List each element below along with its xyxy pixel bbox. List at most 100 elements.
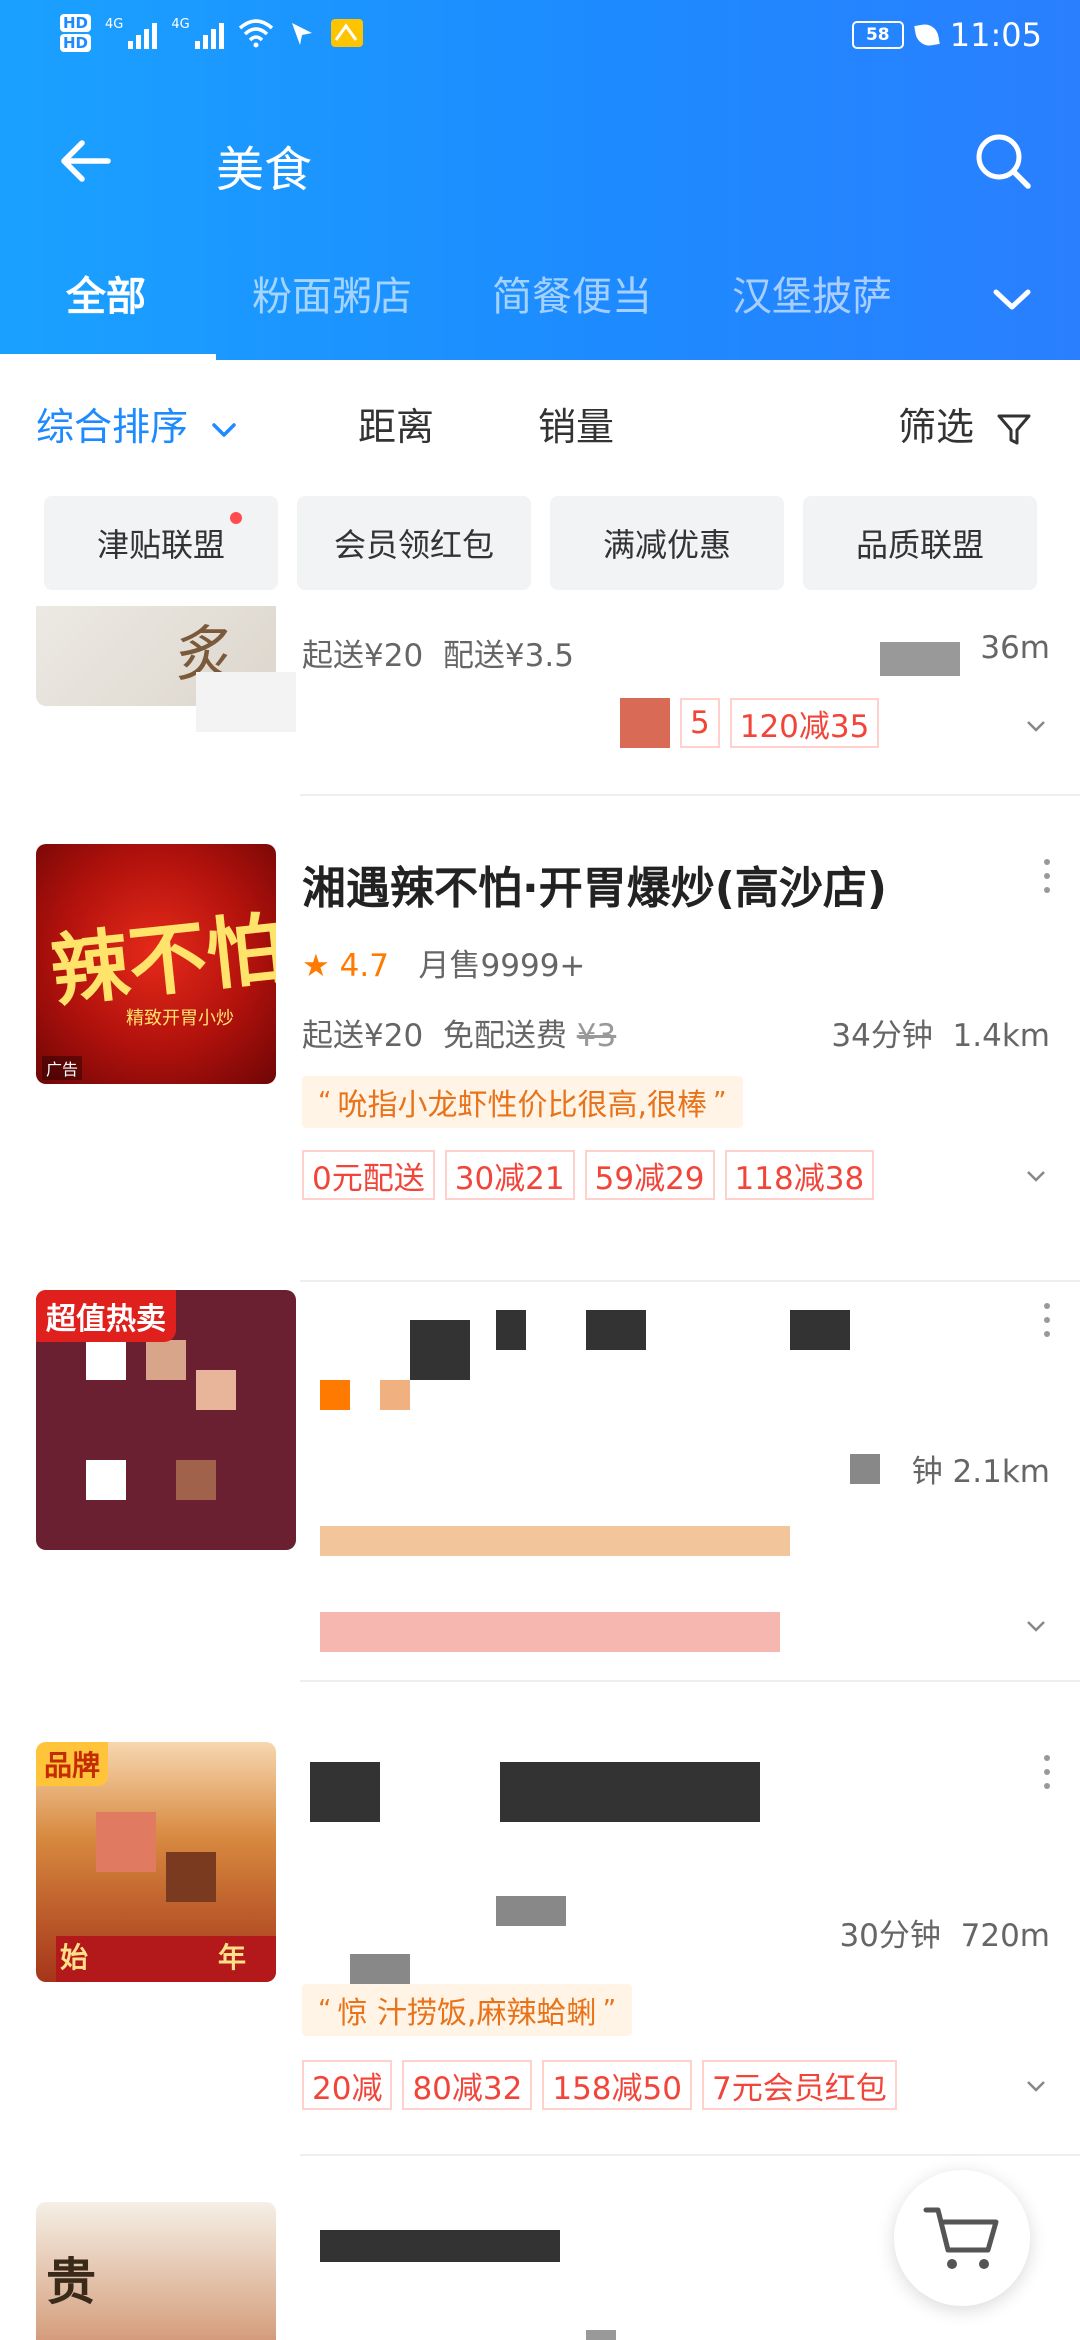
store-card[interactable]: 辣不怕 精致开胃小炒 广告 湘遇辣不怕·开胃爆炒(高沙店) ★ 4.7 月售99… <box>0 844 1080 1282</box>
pixelated-area <box>320 1380 350 1410</box>
store-rating: 4.7 <box>339 948 389 984</box>
quote-icon: ” <box>602 1995 617 2025</box>
star-icon: ★ <box>302 948 330 984</box>
divider <box>300 794 1080 796</box>
ad-label: 广告 <box>42 1056 83 1080</box>
store-thumbnail: 辣不怕 精致开胃小炒 广告 <box>36 844 276 1084</box>
original-fee: ¥3 <box>576 1018 617 1054</box>
more-options-icon[interactable] <box>1042 856 1052 896</box>
store-rating-row: ★ 4.7 月售9999+ <box>302 940 585 985</box>
hd-indicator: HD HD <box>60 14 92 52</box>
pixelated-area <box>850 1454 880 1484</box>
more-options-icon[interactable] <box>1042 1752 1052 1792</box>
review-quote: “ 吮指小龙虾性价比很高,很棒 ” <box>302 1076 743 1128</box>
divider <box>300 2154 1080 2156</box>
page-title: 美食 <box>216 142 313 198</box>
pixelated-area <box>500 1762 760 1822</box>
promo-tag: 0元配送 <box>302 1150 435 1200</box>
store-time-distance: 34分钟 1.4km <box>831 1018 1050 1054</box>
tab-fast-meals[interactable]: 简餐便当 <box>492 264 652 322</box>
app-header: HD HD 4G 4G 58 11:05 美食 全部 粉面粥店 简餐便当 汉堡披… <box>0 0 1080 360</box>
store-list[interactable]: 炙 起送¥20 配送¥3.5 36m 5 120减35 辣不怕 精致开胃小炒 广… <box>0 606 1080 2340</box>
thumb-text: 始 <box>60 1941 89 1974</box>
chevron-down-icon[interactable] <box>1022 1616 1050 1636</box>
status-bar: HD HD 4G 4G 58 11:05 <box>0 0 1080 78</box>
chevron-down-icon[interactable] <box>1022 1166 1050 1186</box>
store-promos: 0元配送 30减21 59减29 118减38 <box>302 1150 875 1200</box>
store-fees: 起送¥20 免配送费 ¥3 <box>302 1018 617 1054</box>
quick-filter-tags: 津贴联盟 会员领红包 满减优惠 品质联盟 <box>44 496 1044 590</box>
active-tab-indicator <box>0 354 216 360</box>
tag-discount[interactable]: 满减优惠 <box>550 496 784 590</box>
promo-tag: 158减50 <box>542 2060 692 2110</box>
pixelated-area <box>790 1310 850 1350</box>
store-thumbnail: 始 年 品牌 <box>36 1742 276 1982</box>
store-time-distance: 30分钟 720m <box>839 1918 1050 1954</box>
filter-icon <box>997 414 1031 444</box>
pixelated-area <box>880 642 960 676</box>
back-arrow-icon[interactable] <box>56 132 114 190</box>
filter-button[interactable]: 筛选 <box>898 396 1032 451</box>
title-bar: 美食 <box>0 110 1080 210</box>
promo-tag: 118减38 <box>724 1150 875 1200</box>
promo-tag: 80减32 <box>402 2060 533 2110</box>
battery-icon: 58 <box>851 21 904 49</box>
pixelated-area <box>586 1310 646 1350</box>
tab-burger-pizza[interactable]: 汉堡披萨 <box>732 264 892 322</box>
store-name[interactable]: 湘遇辣不怕·开胃爆炒(高沙店) <box>302 852 887 916</box>
sort-comprehensive[interactable]: 综合排序 <box>36 396 240 451</box>
tab-all[interactable]: 全部 <box>66 264 146 322</box>
tag-quality-alliance[interactable]: 品质联盟 <box>803 496 1037 590</box>
store-thumbnail: 超值热卖 <box>36 1290 296 1550</box>
category-tabs: 全部 粉面粥店 简餐便当 汉堡披萨 <box>0 264 1080 344</box>
notification-dot <box>230 512 242 524</box>
divider <box>300 1280 1080 1282</box>
store-card[interactable]: 超值热卖 钟 2.1km <box>0 1290 1080 1710</box>
thumb-text: 年 <box>217 1941 246 1974</box>
store-card[interactable]: 炙 起送¥20 配送¥3.5 36m 5 120减35 <box>0 606 1080 796</box>
monthly-sales: 月售9999+ <box>418 948 586 984</box>
location-icon <box>291 23 312 45</box>
chevron-down-icon[interactable] <box>984 274 1040 324</box>
pixelated-area <box>196 672 296 732</box>
eco-leaf-icon <box>914 22 940 48</box>
pixelated-area <box>320 1612 780 1652</box>
cart-button[interactable] <box>894 2170 1030 2306</box>
quote-icon: “ <box>318 1995 332 2025</box>
brand-badge: 品牌 <box>36 1742 109 1786</box>
store-card[interactable]: 始 年 品牌 30分钟 720m “ 惊 汁捞饭,麻辣蛤蜊 ” 20减 80减3… <box>0 1742 1080 2172</box>
promo-tag: 20减 <box>302 2060 393 2110</box>
pixelated-area <box>620 698 670 748</box>
pixelated-area <box>496 1310 526 1350</box>
pixelated-area <box>586 2330 616 2340</box>
search-icon[interactable] <box>970 128 1036 194</box>
thumb-brand-text: 辣不怕 <box>46 902 276 1018</box>
pixelated-area <box>320 1526 790 1556</box>
pixelated-area <box>320 2230 560 2262</box>
tag-allowance-alliance[interactable]: 津贴联盟 <box>44 496 278 590</box>
promo-tag: 30减21 <box>444 1150 575 1200</box>
clock: 11:05 <box>949 16 1042 54</box>
quote-icon: “ <box>318 1087 332 1117</box>
store-thumbnail: 贵 <box>36 2202 276 2340</box>
hot-sale-badge: 超值热卖 <box>36 1290 176 1342</box>
pixelated-area <box>350 1954 410 1984</box>
promo-tag: 120减35 <box>729 698 880 748</box>
chevron-down-icon[interactable] <box>1022 2076 1050 2096</box>
review-quote: “ 惊 汁捞饭,麻辣蛤蜊 ” <box>302 1984 633 2036</box>
sort-distance[interactable]: 距离 <box>358 396 434 451</box>
pixelated-area <box>496 1896 566 1926</box>
more-options-icon[interactable] <box>1042 1300 1052 1340</box>
store-promos: 20减 80减32 158减50 7元会员红包 <box>302 2060 897 2110</box>
store-time-distance: 钟 2.1km <box>911 1454 1050 1490</box>
tab-noodles-congee[interactable]: 粉面粥店 <box>252 264 412 322</box>
signal-icon: 4G <box>171 17 224 49</box>
pixelated-area <box>310 1762 380 1822</box>
chevron-down-icon[interactable] <box>1022 716 1050 736</box>
tag-member-red-packet[interactable]: 会员领红包 <box>297 496 531 590</box>
store-promos: 5 120减35 <box>620 698 880 748</box>
signal-icon: 4G <box>105 17 158 49</box>
store-fees: 起送¥20 配送¥3.5 <box>302 638 574 674</box>
sort-sales[interactable]: 销量 <box>538 396 614 451</box>
promo-tag: 5 <box>680 698 720 748</box>
